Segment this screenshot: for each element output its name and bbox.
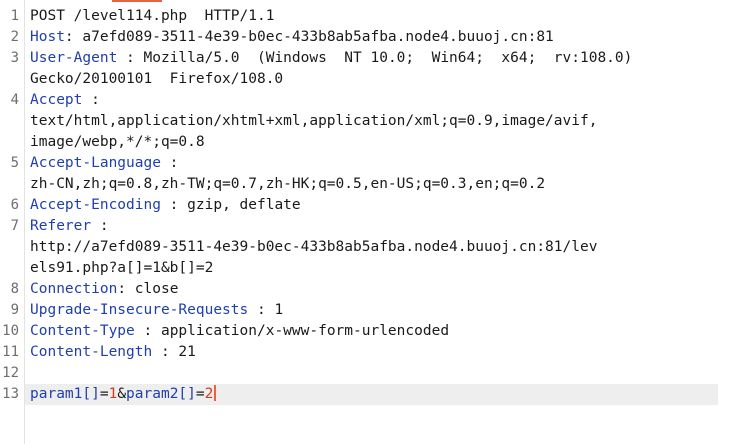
- header-name: Connection: [30, 281, 118, 297]
- header-name: Host: [30, 29, 65, 45]
- text-cursor: [214, 385, 217, 401]
- line-number: 5: [10, 155, 19, 171]
- http-request-editor[interactable]: 1 POST /level114.php HTTP/1.1 2 Host: a7…: [0, 0, 737, 444]
- editor-line-5-wrap[interactable]: zh-CN,zh;q=0.8,zh-TW;q=0.7,zh-HK;q=0.5,e…: [0, 174, 737, 195]
- body-param-equals: =: [99, 386, 109, 402]
- request-line: POST /level114.php HTTP/1.1: [30, 8, 275, 24]
- editor-line-11[interactable]: 11 Content-Length : 21: [0, 342, 737, 363]
- header-colon: :: [248, 302, 266, 318]
- line-number: 4: [10, 92, 19, 108]
- header-name: Content-Type: [30, 323, 135, 339]
- line-number: 7: [10, 218, 19, 234]
- header-value: zh-CN,zh;q=0.8,zh-TW;q=0.7,zh-HK;q=0.5,e…: [30, 176, 546, 192]
- header-value-continuation: image/webp,*/*;q=0.8: [30, 134, 205, 150]
- header-value-continuation: els91.php?a[]=1&b[]=2: [30, 260, 214, 276]
- line-number: 1: [10, 8, 19, 24]
- body-param-name: param2[]: [126, 386, 196, 402]
- header-colon: :: [64, 29, 74, 45]
- header-content-type: Content-Type : application/x-www-form-ur…: [30, 321, 449, 342]
- line-number: 8: [10, 281, 19, 297]
- editor-line-4-wrap-2[interactable]: image/webp,*/*;q=0.8: [0, 132, 737, 153]
- editor-line-4-wrap-1[interactable]: text/html,application/xhtml+xml,applicat…: [0, 111, 737, 132]
- editor-line-5[interactable]: 5 Accept-Language :: [0, 153, 737, 174]
- line-number: 3: [10, 50, 19, 66]
- line-number: 10: [2, 323, 19, 339]
- header-name: Accept-Encoding: [30, 197, 161, 213]
- header-colon: :: [160, 155, 179, 171]
- editor-line-4[interactable]: 4 Accept :: [0, 90, 737, 111]
- line-number: 11: [2, 344, 19, 360]
- header-value: a7efd089-3511-4e39-b0ec-433b8ab5afba.nod…: [73, 29, 554, 45]
- header-value: text/html,application/xhtml+xml,applicat…: [30, 113, 598, 129]
- header-content-length: Content-Length : 21: [30, 342, 196, 363]
- header-accept: Accept :: [30, 90, 100, 111]
- body-param-value: 2: [204, 386, 214, 402]
- header-value: gzip, deflate: [178, 197, 301, 213]
- header-name: Accept-Language: [30, 155, 161, 171]
- editor-line-10[interactable]: 10 Content-Type : application/x-www-form…: [0, 321, 737, 342]
- header-value: close: [126, 281, 179, 297]
- editor-line-9[interactable]: 9 Upgrade-Insecure-Requests : 1: [0, 300, 737, 321]
- active-tab-indicator: [112, 0, 162, 2]
- line-number: 13: [2, 386, 19, 402]
- header-value: application/x-www-form-urlencoded: [152, 323, 450, 339]
- header-user-agent: User-Agent : Mozilla/5.0 (Windows NT 10.…: [30, 48, 632, 69]
- editor-line-7-wrap-2[interactable]: els91.php?a[]=1&b[]=2: [0, 258, 737, 279]
- header-connection: Connection: close: [30, 279, 178, 300]
- body-param-equals: =: [195, 386, 205, 402]
- header-colon: :: [91, 218, 109, 234]
- header-colon: :: [82, 92, 100, 108]
- header-accept-encoding: Accept-Encoding : gzip, deflate: [30, 195, 301, 216]
- header-value: http://a7efd089-3511-4e39-b0ec-433b8ab5a…: [30, 239, 598, 255]
- request-body[interactable]: param1[]=1&param2[]=2: [30, 384, 217, 405]
- editor-line-7[interactable]: 7 Referer :: [0, 216, 737, 237]
- body-param-name: param1[]: [30, 386, 100, 402]
- header-referer: Referer :: [30, 216, 109, 237]
- header-name: Referer: [30, 218, 92, 234]
- header-name: Content-Length: [30, 344, 153, 360]
- body-param-separator: &: [117, 386, 127, 402]
- editor-line-1[interactable]: 1 POST /level114.php HTTP/1.1: [0, 6, 737, 27]
- line-number: 2: [10, 29, 19, 45]
- header-value: 1: [265, 302, 284, 318]
- editor-line-12[interactable]: 12: [0, 363, 737, 384]
- editor-line-8[interactable]: 8 Connection: close: [0, 279, 737, 300]
- header-colon: :: [117, 50, 135, 66]
- editor-line-2[interactable]: 2 Host: a7efd089-3511-4e39-b0ec-433b8ab5…: [0, 27, 737, 48]
- header-value-continuation: Gecko/20100101 Firefox/108.0: [30, 71, 284, 87]
- header-colon: :: [117, 281, 127, 297]
- editor-line-13[interactable]: 13 param1[]=1&param2[]=2: [0, 384, 737, 405]
- header-colon: :: [134, 323, 153, 339]
- header-colon: :: [152, 344, 170, 360]
- header-name: Upgrade-Insecure-Requests: [30, 302, 249, 318]
- header-host: Host: a7efd089-3511-4e39-b0ec-433b8ab5af…: [30, 27, 554, 48]
- line-number: 9: [10, 302, 19, 318]
- line-number: 6: [10, 197, 19, 213]
- editor-line-7-wrap-1[interactable]: http://a7efd089-3511-4e39-b0ec-433b8ab5a…: [0, 237, 737, 258]
- header-upgrade-insecure-requests: Upgrade-Insecure-Requests : 1: [30, 300, 283, 321]
- header-value: 21: [169, 344, 196, 360]
- editor-line-3-wrap[interactable]: Gecko/20100101 Firefox/108.0: [0, 69, 737, 90]
- header-value: Mozilla/5.0 (Windows NT 10.0; Win64; x64…: [134, 50, 633, 66]
- line-number: 12: [2, 365, 19, 381]
- editor-line-6[interactable]: 6 Accept-Encoding : gzip, deflate: [0, 195, 737, 216]
- header-accept-language: Accept-Language :: [30, 153, 178, 174]
- header-name: User-Agent: [30, 50, 118, 66]
- body-param-value: 1: [108, 386, 118, 402]
- editor-line-3[interactable]: 3 User-Agent : Mozilla/5.0 (Windows NT 1…: [0, 48, 737, 69]
- header-colon: :: [160, 197, 179, 213]
- header-name: Accept: [30, 92, 83, 108]
